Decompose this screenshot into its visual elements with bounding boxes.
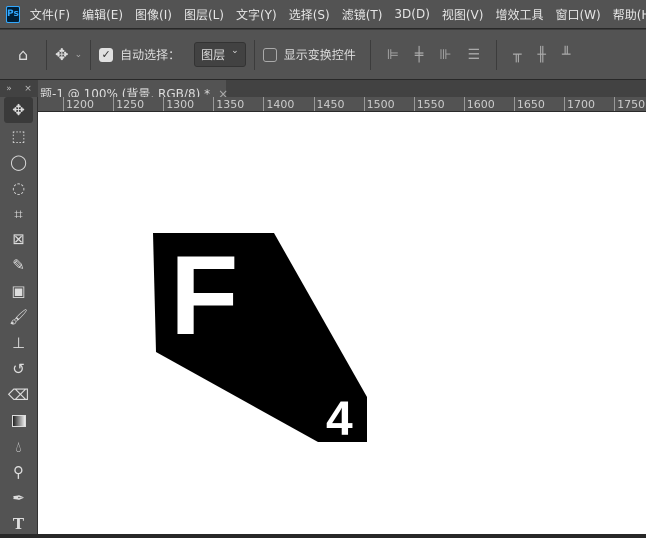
menu-help[interactable]: 帮助(H) (613, 6, 646, 23)
ruler-label: 1400 (263, 97, 294, 111)
history-brush-tool-icon[interactable]: ↺ (0, 356, 37, 382)
align-hcenter-icon[interactable]: ╪ (415, 47, 423, 63)
menu-bar: Ps 文件(F) 编辑(E) 图像(I) 图层(L) 文字(Y) 选择(S) 滤… (0, 0, 646, 28)
number-4: 4 (326, 393, 353, 446)
canvas[interactable]: F 4 (38, 112, 646, 534)
close-icon[interactable]: × (24, 84, 32, 94)
ruler-label: 1450 (313, 97, 345, 111)
blur-tool-icon[interactable]: 💧︎ (0, 434, 37, 460)
menu-image[interactable]: 图像(I) (135, 6, 172, 23)
chevron-down-icon: ⌄ (231, 46, 239, 56)
ruler-label: 1250 (113, 97, 144, 111)
eyedropper-tool-icon[interactable]: ✎ (0, 252, 37, 278)
ruler-label: 1750 (614, 97, 645, 111)
home-icon[interactable]: ⌂ (18, 45, 28, 64)
move-tool-icon[interactable]: ✥ (4, 97, 33, 123)
show-transform-label: 显示变换控件 (283, 48, 356, 62)
options-bar: ⌂ ✥ ⌄ ✓ 自动选择： 图层 ⌄ 显示变换控件 ⊫ ╪ ⊪ ☰ ╥ ╫ ╨ (0, 29, 646, 79)
menu-filter[interactable]: 滤镜(T) (342, 6, 383, 23)
artwork: F 4 (153, 233, 367, 446)
ruler-label: 1500 (363, 97, 395, 111)
eraser-tool-icon[interactable]: ⌫ (0, 382, 37, 408)
menu-select[interactable]: 选择(S) (289, 6, 330, 23)
quick-selection-tool-icon[interactable]: ◌ (0, 175, 37, 201)
move-tool-icon[interactable]: ✥ (55, 45, 68, 64)
menu-type[interactable]: 文字(Y) (236, 6, 277, 23)
marquee-tool-icon[interactable]: ⬚ (0, 123, 37, 149)
show-transform-checkbox[interactable] (262, 47, 277, 62)
photoshop-logo: Ps (6, 5, 20, 23)
ruler-label: 1350 (213, 97, 244, 111)
auto-select-label: 自动选择： (120, 48, 181, 62)
crop-tool-icon[interactable]: ⌗ (0, 201, 37, 227)
align-bottom-icon[interactable]: ╨ (562, 47, 570, 63)
menu-edit[interactable]: 编辑(E) (82, 6, 123, 23)
dodge-tool-icon[interactable]: ⚲ (0, 459, 37, 485)
lasso-tool-icon[interactable]: ◯ (0, 149, 37, 175)
distribute-icon[interactable]: ☰ (468, 47, 481, 63)
ruler-label: 1700 (564, 97, 595, 111)
menu-file[interactable]: 文件(F) (30, 6, 70, 23)
collapse-icon[interactable]: » (6, 84, 12, 94)
menu-3d[interactable]: 3D(D) (394, 7, 429, 21)
ruler-label: 1650 (513, 97, 545, 111)
menu-window[interactable]: 窗口(W) (555, 6, 600, 23)
type-tool-icon[interactable]: T (0, 511, 37, 537)
ruler-label: 1300 (163, 97, 194, 111)
gradient-tool-icon[interactable] (0, 408, 37, 434)
align-vcenter-icon[interactable]: ╫ (538, 47, 546, 63)
menu-plugins[interactable]: 增效工具 (495, 6, 543, 23)
frame-tool-icon[interactable]: ⊠ (0, 226, 37, 252)
ruler-label: 1200 (63, 97, 94, 111)
pen-tool-icon[interactable]: ✒ (0, 485, 37, 511)
auto-select-target-dropdown[interactable]: 图层 ⌄ (194, 42, 246, 67)
stamp-tool-icon[interactable]: ⊥ (0, 330, 37, 356)
toolbar-header: » × (0, 80, 38, 98)
healing-tool-icon[interactable]: ▣ (0, 278, 37, 304)
chevron-down-icon[interactable]: ⌄ (75, 50, 83, 60)
ruler-label: 1600 (463, 97, 495, 111)
align-left-icon[interactable]: ⊫ (387, 47, 399, 63)
ruler-label: 1550 (413, 97, 445, 111)
tools-panel: ✥ ⬚ ◯ ◌ ⌗ ⊠ ✎ ▣ 🖌︎ ⊥ ↺ ⌫ 💧︎ ⚲ ✒ T (0, 97, 38, 534)
auto-select-checkbox[interactable]: ✓ (99, 47, 114, 62)
dropdown-value: 图层 (201, 48, 226, 62)
align-right-icon[interactable]: ⊪ (439, 47, 451, 63)
menu-layer[interactable]: 图层(L) (184, 6, 224, 23)
horizontal-ruler[interactable]: 1200 1250 1300 1350 1400 1450 1500 1550 1600 1650… (38, 97, 646, 112)
align-top-icon[interactable]: ╥ (513, 47, 521, 63)
letter-f: F (170, 233, 238, 358)
menu-view[interactable]: 视图(V) (442, 6, 484, 23)
brush-tool-icon[interactable]: 🖌︎ (0, 304, 37, 330)
